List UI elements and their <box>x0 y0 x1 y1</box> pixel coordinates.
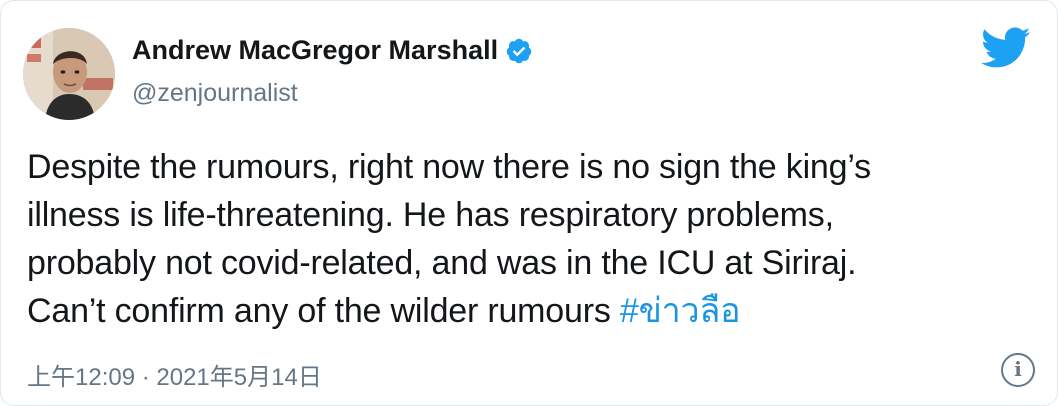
avatar-photo-icon <box>23 28 115 120</box>
tweet-text: Despite the rumours, right now there is … <box>27 143 1037 335</box>
tweet-line-last: Can’t confirm any of the wilder rumours … <box>27 287 1037 335</box>
tweet-card: Andrew MacGregor Marshall @zenjournalist… <box>0 0 1058 406</box>
author-name-text[interactable]: Andrew MacGregor Marshall <box>132 35 498 66</box>
tweet-line-text: Can’t confirm any of the wilder rumours <box>27 292 620 330</box>
hashtag-link[interactable]: #ข่าวลือ <box>620 292 741 330</box>
twitter-bird-icon[interactable] <box>980 27 1031 69</box>
tweet-line: illness is life-threatening. He has resp… <box>27 196 834 234</box>
author-name[interactable]: Andrew MacGregor Marshall <box>132 35 533 66</box>
author-handle[interactable]: @zenjournalist <box>132 79 298 108</box>
tweet-line: Despite the rumours, right now there is … <box>27 148 871 186</box>
tweet-timestamp[interactable]: 上午12:09 · 2021年5月14日 <box>27 357 322 392</box>
tweet-line: probably not covid-related, and was in t… <box>27 244 857 282</box>
avatar[interactable] <box>23 28 115 120</box>
verified-badge-icon <box>505 37 533 65</box>
info-icon[interactable]: i <box>1001 353 1035 387</box>
